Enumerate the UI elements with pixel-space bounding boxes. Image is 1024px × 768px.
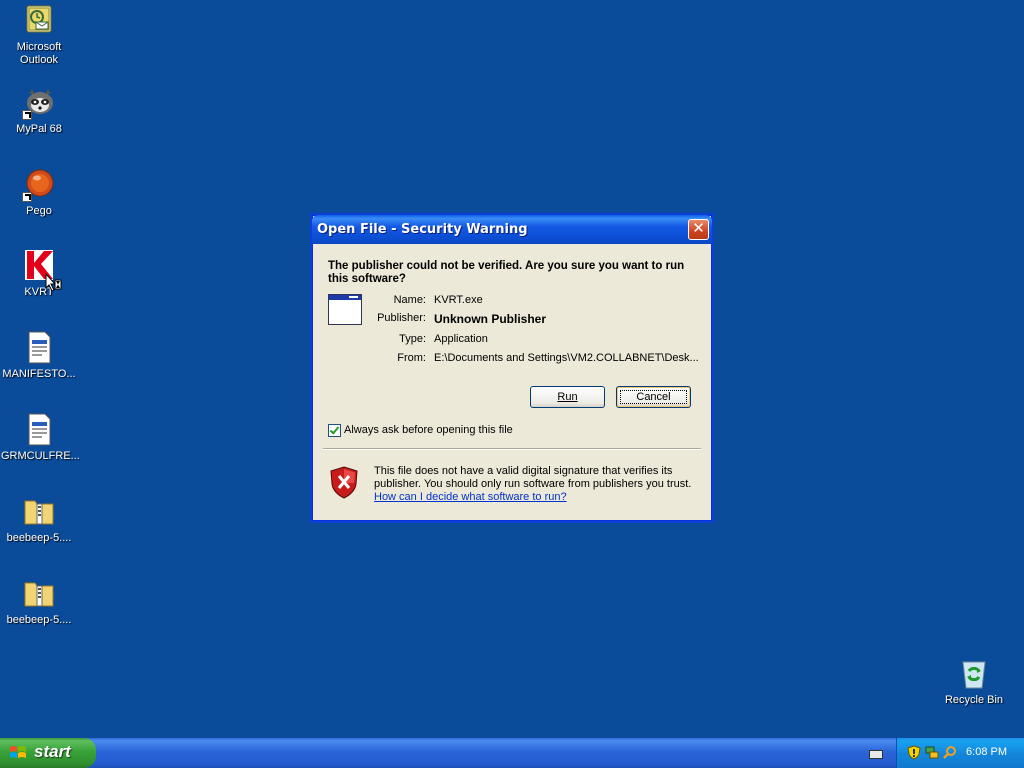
recycle-bin-icon xyxy=(957,657,991,691)
desktop-icon-beebeep-2[interactable]: beebeep-5.... xyxy=(1,577,77,627)
document-icon xyxy=(22,413,56,447)
field-value: E:\Documents and Settings\VM2.COLLABNET\… xyxy=(434,352,699,364)
desktop-icon-beebeep-1[interactable]: beebeep-5.... xyxy=(1,495,77,545)
desktop: Microsoft Outlook MyPal 68 Pego KVRT MAN… xyxy=(0,0,1024,738)
desktop-icon-recycle-bin[interactable]: Recycle Bin xyxy=(936,657,1012,707)
desktop-icon-label: beebeep-5.... xyxy=(6,614,72,626)
field-publisher: Publisher: Unknown Publisher xyxy=(313,312,711,326)
zip-folder-icon xyxy=(22,495,56,529)
always-ask-checkbox[interactable] xyxy=(328,424,341,437)
field-value: Unknown Publisher xyxy=(434,312,547,326)
zip-folder-icon xyxy=(22,577,56,611)
dialog-body: The publisher could not be verified. Are… xyxy=(313,244,711,450)
run-button-label: Run xyxy=(557,391,578,403)
field-type: Type: Application xyxy=(313,333,711,347)
windows-logo-icon xyxy=(10,746,26,758)
dialog-titlebar[interactable]: Open File - Security Warning ✕ xyxy=(312,215,712,244)
document-icon xyxy=(22,331,56,365)
start-button[interactable]: start xyxy=(0,738,96,768)
mouse-cursor-busy-icon xyxy=(45,273,62,292)
pego-icon xyxy=(22,168,56,202)
mypal-raccoon-icon xyxy=(22,86,56,120)
shield-error-icon xyxy=(330,466,358,499)
kvrt-icon xyxy=(22,249,62,292)
desktop-icon-manifesto[interactable]: MANIFESTO... xyxy=(1,331,77,381)
start-label: start xyxy=(34,742,71,761)
desktop-icon-label: Microsoft Outlook xyxy=(16,41,62,66)
field-label: Type: xyxy=(399,333,426,345)
field-from: From: E:\Documents and Settings\VM2.COLL… xyxy=(313,352,711,366)
desktop-icon-grmculfre[interactable]: GRMCULFRE... xyxy=(1,413,80,463)
desktop-icon-pego[interactable]: Pego xyxy=(1,168,77,218)
clock[interactable]: 6:08 PM xyxy=(966,746,1007,758)
warning-text: This file does not have a valid digital … xyxy=(374,465,692,490)
close-icon: ✕ xyxy=(692,220,705,237)
outlook-icon xyxy=(22,4,56,38)
desktop-icon-label: beebeep-5.... xyxy=(6,532,72,544)
warning-message: This file does not have a valid digital … xyxy=(374,465,694,504)
field-value: Application xyxy=(434,333,488,345)
desktop-icon-label: Recycle Bin xyxy=(944,694,1004,706)
taskbar: start 6:08 PM xyxy=(0,738,1024,768)
dialog-title: Open File - Security Warning xyxy=(317,222,528,237)
field-label: Name: xyxy=(393,294,426,306)
network-icon[interactable] xyxy=(925,745,939,760)
desktop-icon-label: MANIFESTO... xyxy=(2,368,76,380)
search-icon[interactable] xyxy=(943,745,957,760)
desktop-icon-kvrt[interactable]: KVRT xyxy=(1,249,77,299)
keyboard-language-icon[interactable] xyxy=(869,750,883,759)
desktop-icon-label: Pego xyxy=(26,205,52,217)
security-shield-icon[interactable] xyxy=(907,745,921,760)
help-link[interactable]: How can I decide what software to run? xyxy=(374,491,694,504)
field-name: Name: KVRT.exe xyxy=(313,294,711,308)
always-ask-label[interactable]: Always ask before opening this file xyxy=(344,424,513,436)
focus-ring xyxy=(620,390,687,404)
dialog-question: The publisher could not be verified. Are… xyxy=(328,260,685,285)
cancel-button[interactable]: Cancel xyxy=(616,386,691,408)
shortcut-arrow-icon xyxy=(22,192,32,202)
run-button[interactable]: Run xyxy=(530,386,605,408)
desktop-icon-label: MyPal 68 xyxy=(16,123,62,135)
field-label: Publisher: xyxy=(377,312,426,324)
field-value: KVRT.exe xyxy=(434,294,483,306)
desktop-icon-outlook[interactable]: Microsoft Outlook xyxy=(1,4,77,67)
desktop-icon-mypal[interactable]: MyPal 68 xyxy=(1,86,77,136)
system-tray: 6:08 PM xyxy=(896,738,1024,768)
desktop-icon-label: GRMCULFRE... xyxy=(1,450,80,462)
security-warning-dialog: Open File - Security Warning ✕ The publi… xyxy=(312,215,712,521)
close-button[interactable]: ✕ xyxy=(688,219,709,240)
field-label: From: xyxy=(397,352,426,364)
separator xyxy=(323,448,701,450)
shortcut-arrow-icon xyxy=(22,110,32,120)
